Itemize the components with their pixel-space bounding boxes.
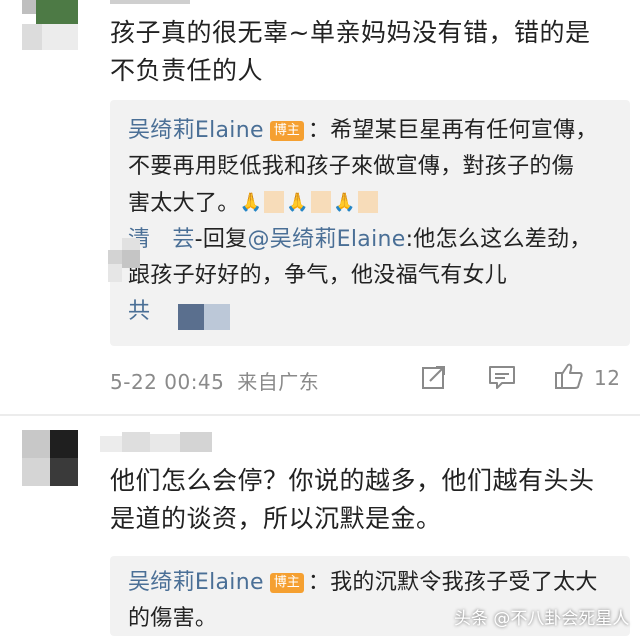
share-icon[interactable] [421, 364, 447, 390]
blogger-badge: 博主 [269, 121, 304, 141]
reply-total-label[interactable]: 共 [128, 299, 150, 324]
pray-emoji-icon: 🙏 [332, 192, 356, 213]
quote-text-1: ：希望某巨星再有任何宣傳， [307, 118, 598, 143]
pray-emoji-icon: 🙏 [286, 192, 309, 213]
comment-line-2: 不负责任的人 [110, 56, 264, 85]
comment-divider [0, 414, 640, 416]
comment-line-1: 孩子真的很无辜~单亲妈妈没有错，错的是 [110, 18, 591, 47]
reply-line-1: 清芸-回复@吴绮莉Elaine:他怎么这么差劲， [128, 222, 628, 258]
reply-text-1: :他怎么这么差劲， [405, 227, 592, 252]
reply-line-2: 跟孩子好好的，争气，他没福气有女儿 [128, 263, 508, 288]
comment2-line-1: 他们怎么会停？你说的越多，他们越有头头 [110, 466, 595, 495]
pray-emoji-icon: 🙏 [239, 192, 263, 213]
watermark: 头条 @不八卦会死星人 [454, 609, 630, 629]
like-icon[interactable] [554, 362, 584, 390]
avatar-pixelated-top[interactable] [22, 0, 78, 50]
username-pixelated-top[interactable] [110, 0, 190, 4]
reply-name-mosaic [108, 238, 154, 282]
author-link[interactable]: 吴绮莉Elaine [128, 118, 264, 143]
quote-line-2: 不要再用貶低我和孩子來做宣傳，對孩子的傷 [128, 154, 575, 179]
source-location: 来自广东 [237, 370, 320, 394]
username-pixelated[interactable] [100, 432, 212, 452]
reply-user-tail[interactable]: 芸 [172, 227, 194, 252]
comment-meta: 5-22 00:45 来自广东 [110, 366, 319, 395]
like-count: 12 [594, 366, 621, 390]
quote2-line-1: 吴绮莉Elaine 博主 ：我的沉默令我孩子受了太大 [128, 565, 628, 601]
comment2-line-2: 是道的谈资，所以沉默是金。 [110, 504, 442, 533]
reply-quote-content: 吴绮莉Elaine 博主 ：希望某巨星再有任何宣傳， 不要再用貶低我和孩子來做宣傳，… [128, 113, 628, 330]
author-link-2[interactable]: 吴绮莉Elaine [128, 570, 264, 595]
reply-target-link[interactable]: @吴绮莉Elaine [247, 227, 405, 252]
reply-verb: -回复 [194, 227, 248, 252]
quote-line-1: 吴绮莉Elaine 博主 ：希望某巨星再有任何宣傳， [128, 113, 628, 149]
timestamp: 5-22 00:45 [110, 370, 225, 394]
total-mosaic [178, 304, 230, 330]
blogger-badge-2: 博主 [269, 573, 304, 593]
quote-line-3: 害太大了。🙏 🙏 🙏 [128, 185, 628, 222]
emoji-box-icon [310, 191, 331, 213]
emoji-box-icon [357, 191, 378, 213]
emoji-box-icon [264, 191, 285, 213]
avatar-pixelated[interactable] [22, 430, 78, 486]
quote-text-3: 害太大了。 [128, 191, 240, 216]
comment-text: 孩子真的很无辜~单亲妈妈没有错，错的是 不负责任的人 [110, 14, 630, 90]
quote2-text-1: ：我的沉默令我孩子受了太大 [307, 570, 598, 595]
comment-text-2: 他们怎么会停？你说的越多，他们越有头头 是道的谈资，所以沉默是金。 [110, 462, 630, 538]
comment-icon[interactable] [488, 364, 516, 390]
